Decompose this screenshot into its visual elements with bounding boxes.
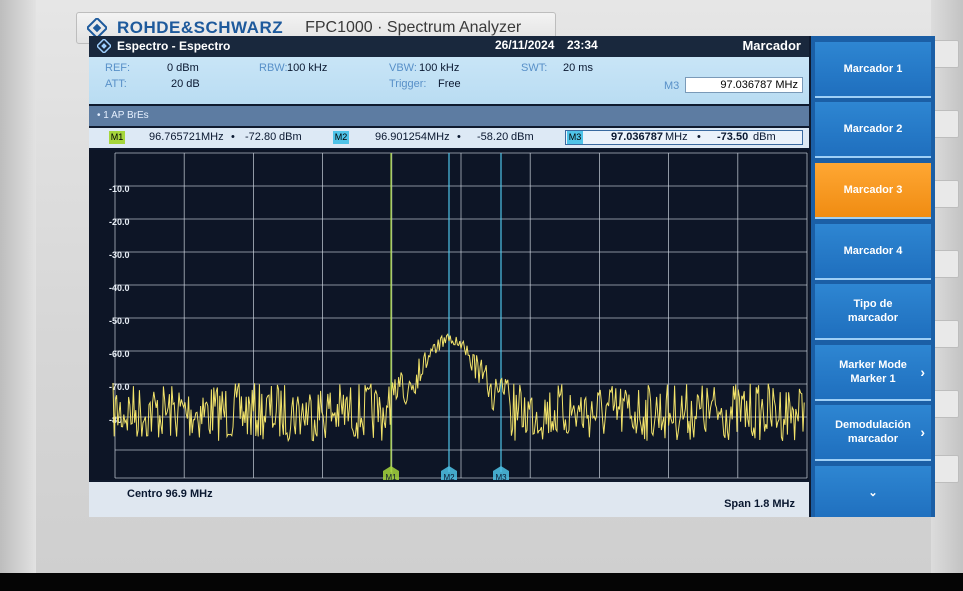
marker-m3-level-unit: dBm [753, 131, 776, 143]
softkey-panel: Marcador 1 Marcador 2 Marcador 3 Marcador 4… [811, 36, 935, 517]
marker-m2-frequency: 96.901254 [375, 131, 427, 143]
hardware-button[interactable] [931, 250, 959, 278]
hardware-button[interactable] [931, 455, 959, 483]
spectrum-plot-svg: -10.0 -20.0 -30.0 -40.0 -50.0 -60.0 -70.0 -80 M… [109, 152, 808, 482]
trace-info: • 1 AP BrEs [97, 110, 149, 121]
marker-m1-level-unit: dBm [279, 131, 302, 143]
title-bar: Espectro - Espectro 26/11/2024 23:34 Mar… [89, 36, 809, 57]
softkey-7[interactable]: Demodulación marcador › [815, 405, 931, 461]
att-label: ATT: [105, 78, 127, 90]
bezel-left-edge [0, 0, 36, 573]
rbw-label: RBW: [259, 62, 288, 74]
marker-m3-frequency: 97.036787 [611, 131, 663, 143]
trigger-label: Trigger: [389, 78, 427, 90]
marker-flag-label: M3 [495, 473, 507, 480]
y-tick-label: -20.0 [109, 217, 130, 227]
chevron-right-icon: › [920, 364, 925, 380]
softkey-3[interactable]: Marcador 3 [815, 163, 931, 219]
rohde-schwarz-logo-icon [87, 18, 107, 38]
mode-icon[interactable] [97, 39, 111, 53]
softkey-label: Demodulación marcador [835, 419, 911, 445]
marker-m1-frequency-unit: MHz [201, 131, 224, 143]
active-marker-frequency-input[interactable]: 97.036787 MHz [685, 77, 803, 93]
marker-tag-m2[interactable]: M2 [333, 131, 349, 144]
time-readout: 23:34 [567, 38, 598, 52]
hardware-button[interactable] [931, 40, 959, 68]
y-tick-label: -60.0 [109, 349, 130, 359]
marker-tag-m3[interactable]: M3 [567, 131, 583, 144]
panel-title: Marcador [742, 38, 801, 53]
y-axis-ticks: -10.0 -20.0 -30.0 -40.0 -50.0 -60.0 -70.0 -80 [109, 184, 130, 425]
softkey-label: Marker Mode Marker 1 [839, 359, 907, 385]
model-name: FPC1000 · Spectrum Analyzer [305, 19, 522, 36]
marker-flag-m3: M3 [493, 466, 509, 482]
softkey-6[interactable]: Marker Mode Marker 1 › [815, 345, 931, 401]
rbw-value[interactable]: 100 kHz [287, 62, 327, 74]
y-tick-label: -10.0 [109, 184, 130, 194]
bezel-bottom-strip [0, 573, 963, 591]
softkey-label: Marcador 3 [843, 184, 903, 196]
marker-flag-label: M2 [443, 473, 455, 480]
center-frequency[interactable]: Centro 96.9 MHz [127, 488, 213, 500]
marker-m2-level-unit: dBm [511, 131, 534, 143]
swt-value[interactable]: 20 ms [563, 62, 593, 74]
softkey-1[interactable]: Marcador 1 [815, 42, 931, 98]
att-value[interactable]: 20 dB [171, 78, 200, 90]
active-marker-label: M3 [664, 80, 680, 92]
marker-flag-label: M1 [385, 473, 397, 480]
window-title: Espectro - Espectro [117, 39, 231, 53]
ref-value[interactable]: 0 dBm [167, 62, 199, 74]
frequency-footer: Centro 96.9 MHz Span 1.8 MHz [89, 482, 809, 517]
bezel-right-edge [931, 0, 963, 573]
marker-m1-level: -72.80 [245, 131, 277, 143]
hardware-button[interactable] [931, 110, 959, 138]
softkey-label: Marcador 2 [843, 123, 903, 135]
marker-m2-level: -58.20 [477, 131, 509, 143]
marker-lines [390, 153, 502, 472]
softkey-5[interactable]: Tipo de marcador [815, 284, 931, 340]
softkey-label: Marcador 1 [843, 63, 903, 75]
analyzer-screen: Espectro - Espectro 26/11/2024 23:34 Mar… [89, 36, 935, 517]
marker-m1-separator: • [231, 131, 235, 143]
softkey-label: ⌄ [868, 487, 878, 499]
marker-m2-frequency-unit: MHz [427, 131, 450, 143]
y-tick-label: -80 [109, 415, 122, 425]
vbw-value[interactable]: 100 kHz [419, 62, 459, 74]
hardware-button[interactable] [931, 390, 959, 418]
marker-m3-separator: • [697, 131, 701, 143]
trigger-value[interactable]: Free [438, 78, 461, 90]
ref-label: REF: [105, 62, 131, 74]
marker-readout-bar: M1 96.765721 MHz • -72.80 dBm M2 96.9012… [89, 128, 809, 148]
marker-flag-m2: M2 [441, 466, 457, 482]
marker-m3-frequency-unit: MHz [665, 131, 688, 143]
trace-info-bar: • 1 AP BrEs [89, 106, 809, 126]
softkey-4[interactable]: Marcador 4 [815, 224, 931, 280]
vbw-label: VBW: [389, 62, 417, 74]
spectrum-plot[interactable]: -10.0 -20.0 -30.0 -40.0 -50.0 -60.0 -70.0 -80 M… [89, 150, 809, 482]
brand-name: ROHDE&SCHWARZ [117, 18, 284, 37]
y-tick-label: -40.0 [109, 283, 130, 293]
settings-header: Espectro - Espectro 26/11/2024 23:34 Mar… [89, 36, 809, 104]
y-tick-label: -50.0 [109, 316, 130, 326]
chevron-right-icon: › [920, 424, 925, 440]
span-readout[interactable]: Span 1.8 MHz [724, 498, 795, 510]
marker-tag-m1[interactable]: M1 [109, 131, 125, 144]
softkey-2[interactable]: Marcador 2 [815, 102, 931, 158]
marker-flag-m1: M1 [383, 466, 399, 482]
swt-label: SWT: [521, 62, 548, 74]
softkey-label: Marcador 4 [843, 245, 903, 257]
softkey-label: Tipo de marcador [847, 298, 899, 324]
spectrum-trace [112, 333, 805, 443]
hardware-button[interactable] [931, 180, 959, 208]
hardware-button[interactable] [931, 320, 959, 348]
softkey-8[interactable]: ⌄ [815, 466, 931, 517]
marker-m1-frequency: 96.765721 [149, 131, 201, 143]
date-readout: 26/11/2024 [495, 38, 555, 52]
y-tick-label: -30.0 [109, 250, 130, 260]
y-tick-label: -70.0 [109, 382, 130, 392]
marker-m2-separator: • [457, 131, 461, 143]
marker-m3-level: -73.50 [717, 131, 749, 143]
